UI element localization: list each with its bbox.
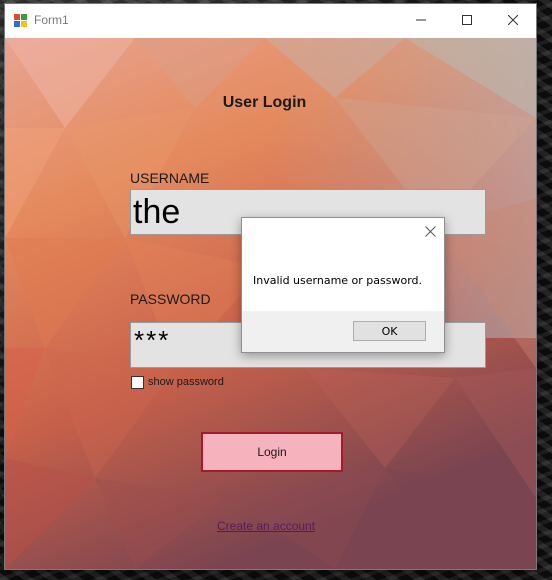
maximize-button[interactable] <box>444 4 490 37</box>
dialog-message: Invalid username or password. <box>253 274 423 287</box>
app-icon <box>14 14 28 28</box>
window-title: Form1 <box>34 13 69 27</box>
login-button[interactable]: Login <box>201 432 343 472</box>
dialog-footer: OK <box>242 311 444 352</box>
minimize-button[interactable] <box>398 4 444 37</box>
close-icon <box>507 14 519 26</box>
dialog-close-icon[interactable] <box>425 226 436 237</box>
title-bar[interactable]: Form1 <box>5 4 536 39</box>
create-account-link[interactable]: Create an account <box>217 519 315 533</box>
minimize-icon <box>416 19 426 21</box>
show-password-checkbox[interactable] <box>131 376 144 389</box>
username-label: USERNAME <box>130 170 210 186</box>
login-heading: User Login <box>222 94 307 111</box>
ok-button[interactable]: OK <box>353 321 426 341</box>
close-button[interactable] <box>490 4 536 37</box>
show-password-label[interactable]: show password <box>148 376 224 388</box>
maximize-icon <box>462 15 472 25</box>
password-label: PASSWORD <box>130 291 211 307</box>
message-dialog: Invalid username or password. OK <box>241 217 445 353</box>
